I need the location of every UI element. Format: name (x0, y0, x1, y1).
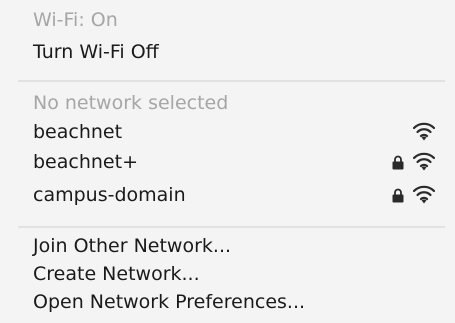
wifi-status-label: Wi-Fi: On (33, 9, 118, 31)
network-item-campus-domain[interactable]: campus-domain (33, 180, 455, 210)
network-name: beachnet (33, 121, 123, 143)
create-network-item[interactable]: Create Network... (33, 259, 455, 289)
menu-separator (18, 226, 445, 228)
wifi-menu: Wi-Fi: On Turn Wi-Fi Off No network sele… (0, 0, 455, 323)
wifi-signal-icon (413, 122, 435, 141)
network-name: beachnet+ (33, 151, 138, 173)
wifi-signal-icon (413, 185, 435, 204)
join-other-network-item[interactable]: Join Other Network... (33, 231, 455, 261)
no-network-selected-label: No network selected (33, 92, 229, 114)
open-network-preferences-item[interactable]: Open Network Preferences... (33, 287, 455, 317)
wifi-signal-icon (413, 152, 435, 171)
lock-icon (392, 188, 404, 203)
network-name: campus-domain (33, 184, 186, 206)
lock-icon (392, 155, 404, 170)
turn-wifi-off-item[interactable]: Turn Wi-Fi Off (33, 37, 455, 67)
network-item-beachnet-plus[interactable]: beachnet+ (33, 147, 455, 177)
menu-separator (18, 80, 445, 82)
network-item-beachnet[interactable]: beachnet (33, 117, 455, 147)
